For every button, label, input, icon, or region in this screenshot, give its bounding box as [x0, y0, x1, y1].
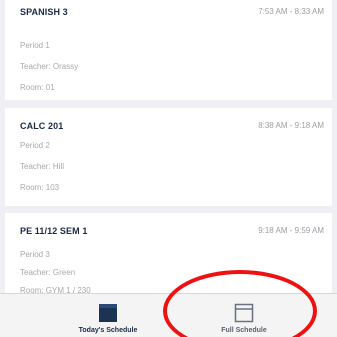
class-title: SPANISH 3 [20, 7, 68, 17]
class-card[interactable]: SPANISH 3 7:53 AM - 8:33 AM Period 1 Tea… [5, 0, 332, 100]
class-title: CALC 201 [20, 121, 64, 131]
class-card[interactable]: PE 11/12 SEM 1 9:18 AM - 9:59 AM Period … [5, 213, 332, 303]
tab-label: Full Schedule [221, 327, 267, 334]
class-period: Period 3 [20, 250, 50, 259]
tab-bar: Today's Schedule Full Schedule [0, 293, 337, 337]
class-room: Room: 01 [20, 83, 55, 92]
class-card[interactable]: CALC 201 8:38 AM - 9:18 AM Period 2 Teac… [5, 108, 332, 206]
class-room: Room: 103 [20, 183, 60, 192]
schedule-screen: SPANISH 3 7:53 AM - 8:33 AM Period 1 Tea… [0, 0, 337, 337]
tab-label: Today's Schedule [78, 327, 138, 334]
tab-full-schedule[interactable]: Full Schedule [184, 294, 304, 337]
class-teacher: Teacher: Green [20, 268, 76, 277]
class-time: 8:38 AM - 9:18 AM [258, 121, 324, 130]
calendar-filled-icon [99, 304, 117, 322]
class-period: Period 1 [20, 41, 50, 50]
calendar-outline-icon [234, 303, 254, 323]
class-teacher: Teacher: Hill [20, 162, 65, 171]
class-title: PE 11/12 SEM 1 [20, 226, 88, 236]
class-time: 7:53 AM - 8:33 AM [258, 7, 324, 16]
class-teacher: Teacher: Orassy [20, 62, 79, 71]
class-time: 9:18 AM - 9:59 AM [258, 226, 324, 235]
class-period: Period 2 [20, 141, 50, 150]
tab-todays-schedule[interactable]: Today's Schedule [48, 294, 168, 337]
